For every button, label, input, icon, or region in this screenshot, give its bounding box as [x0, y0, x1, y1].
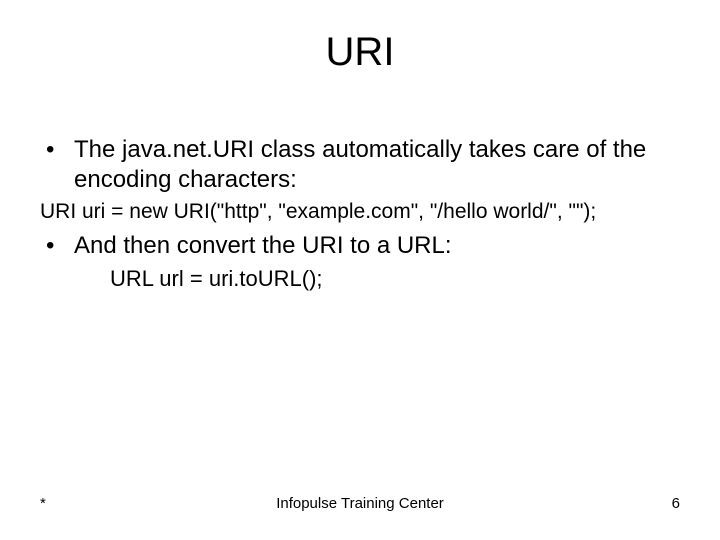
slide-content: • The java.net.URI class automatically t…	[40, 135, 680, 293]
slide-footer: * Infopulse Training Center 6	[0, 495, 720, 512]
bullet-dot: •	[40, 231, 74, 261]
footer-center: Infopulse Training Center	[100, 495, 620, 512]
bullet-text: The java.net.URI class automatically tak…	[74, 135, 680, 195]
slide: URI • The java.net.URI class automatical…	[0, 0, 720, 540]
bullet-dot: •	[40, 135, 74, 195]
slide-title: URI	[40, 30, 680, 75]
footer-page-number: 6	[620, 495, 680, 512]
code-line: URL url = uri.toURL();	[110, 265, 680, 293]
footer-left: *	[40, 495, 100, 512]
bullet-text: And then convert the URI to a URL:	[74, 231, 680, 261]
code-line: URI uri = new URI("http", "example.com",…	[40, 199, 680, 225]
bullet-item: • The java.net.URI class automatically t…	[40, 135, 680, 195]
bullet-item: • And then convert the URI to a URL:	[40, 231, 680, 261]
